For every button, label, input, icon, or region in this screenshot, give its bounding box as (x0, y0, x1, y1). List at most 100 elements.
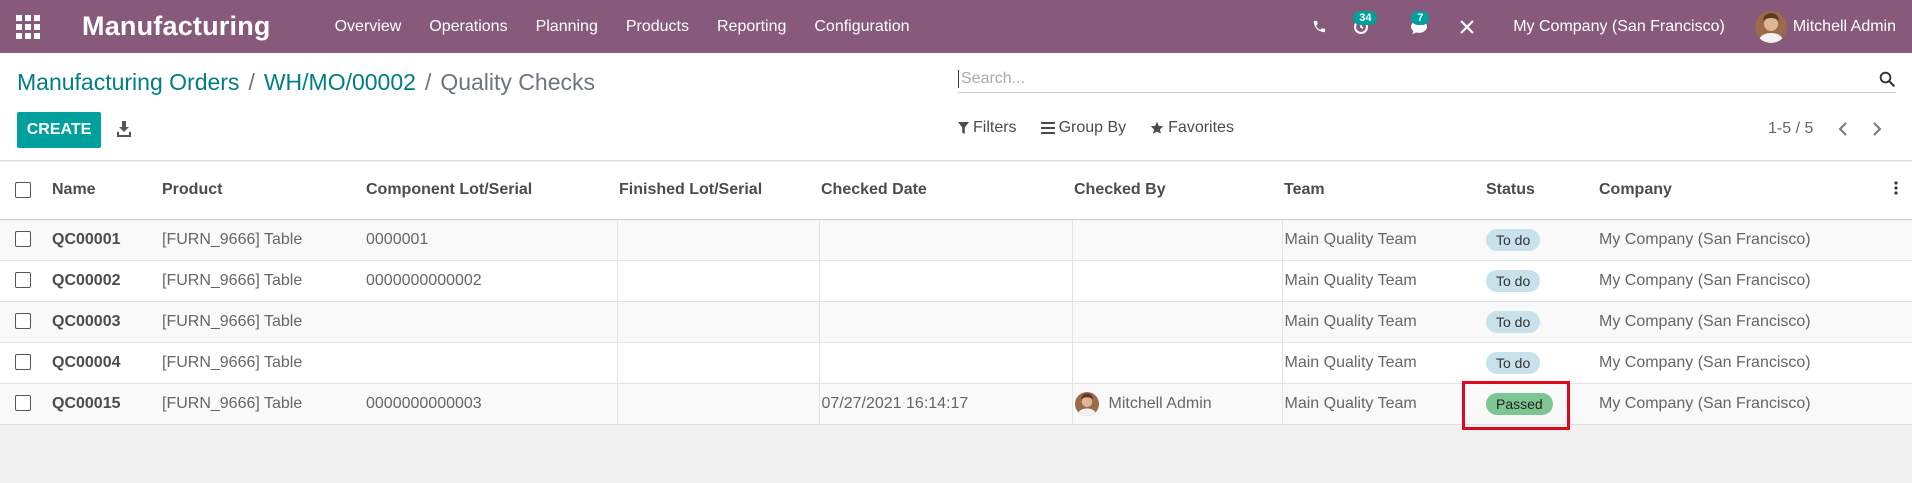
activity-clock-icon[interactable]: 34 (1339, 0, 1397, 53)
cell-finished-lot[interactable] (617, 342, 820, 384)
row-checkbox[interactable] (15, 231, 31, 248)
menu-item-overview[interactable]: Overview (309, 18, 416, 36)
cell-product[interactable]: [FURN_9666] Table (160, 260, 364, 302)
cell-team[interactable]: Main Quality Team (1282, 383, 1484, 425)
cell-name[interactable]: QC00015 (50, 383, 160, 425)
pager-previous-icon[interactable] (1833, 119, 1853, 139)
group-by-dropdown[interactable]: Group By (1040, 119, 1126, 137)
messages-chat-icon[interactable]: 7 (1397, 0, 1453, 53)
column-header-team[interactable]: Team (1282, 162, 1484, 220)
cell-spacer (1892, 383, 1912, 425)
cell-finished-lot[interactable] (617, 260, 820, 302)
cell-team[interactable]: Main Quality Team (1282, 260, 1484, 302)
cell-checked-date[interactable] (819, 301, 1073, 343)
cell-status[interactable]: To do (1484, 219, 1597, 261)
table-row[interactable]: QC00003 [FURN_9666] Table Main Quality T… (0, 301, 1912, 343)
cell-product[interactable]: [FURN_9666] Table (160, 301, 364, 343)
breadcrumb-manufacturing-orders[interactable]: Manufacturing Orders (17, 69, 239, 96)
cell-finished-lot[interactable] (617, 383, 820, 425)
cell-product[interactable]: [FURN_9666] Table (160, 219, 364, 261)
create-button[interactable]: CREATE (17, 112, 101, 148)
cell-component-lot[interactable] (364, 301, 618, 343)
cell-finished-lot[interactable] (617, 301, 820, 343)
cell-component-lot[interactable] (364, 342, 618, 384)
cell-company[interactable]: My Company (San Francisco) (1597, 383, 1892, 425)
company-switcher[interactable]: My Company (San Francisco) (1513, 18, 1725, 36)
filters-dropdown[interactable]: Filters (958, 119, 1017, 137)
cell-checked-date[interactable]: 07/27/2021 16:14:17 (819, 383, 1073, 425)
cell-component-lot[interactable]: 0000000000002 (364, 260, 618, 302)
cell-checked-by[interactable] (1072, 301, 1283, 343)
phone-icon[interactable] (1299, 0, 1339, 53)
column-header-finished-lot[interactable]: Finished Lot/Serial (617, 162, 819, 220)
cell-team[interactable]: Main Quality Team (1282, 342, 1484, 384)
table-row[interactable]: QC00004 [FURN_9666] Table Main Quality T… (0, 342, 1912, 384)
select-all-cell (0, 162, 50, 220)
row-checkbox[interactable] (15, 272, 31, 289)
cell-checked-by[interactable] (1072, 260, 1283, 302)
row-checkbox[interactable] (15, 313, 31, 330)
cell-checked-date[interactable] (819, 219, 1073, 261)
cell-team[interactable]: Main Quality Team (1282, 301, 1484, 343)
pager-next-icon[interactable] (1867, 119, 1887, 139)
status-badge: Passed (1486, 392, 1553, 415)
cell-name[interactable]: QC00003 (50, 301, 160, 343)
cell-checked-date[interactable] (819, 260, 1073, 302)
breadcrumb-manufacturing-order[interactable]: WH/MO/00002 (264, 69, 416, 96)
cell-status[interactable]: Passed (1484, 383, 1597, 425)
group-by-bars-icon (1040, 122, 1055, 134)
search-icon[interactable] (1878, 70, 1896, 88)
cell-checked-by[interactable] (1072, 219, 1283, 261)
cell-product[interactable]: [FURN_9666] Table (160, 383, 364, 425)
cell-name[interactable]: QC00002 (50, 260, 160, 302)
column-header-company[interactable]: Company (1597, 162, 1892, 220)
activity-count-badge: 34 (1353, 11, 1378, 25)
column-header-checked-date[interactable]: Checked Date (819, 162, 1072, 220)
column-header-product[interactable]: Product (160, 162, 364, 220)
menu-item-products[interactable]: Products (612, 18, 703, 36)
cell-company[interactable]: My Company (San Francisco) (1597, 301, 1892, 343)
pager-value[interactable]: 1-5 / 5 (1768, 120, 1813, 138)
cell-name[interactable]: QC00004 (50, 342, 160, 384)
cell-company[interactable]: My Company (San Francisco) (1597, 260, 1892, 302)
table-row[interactable]: QC00001 [FURN_9666] Table 0000001 Main Q… (0, 219, 1912, 261)
main-menu: Overview Operations Planning Products Re… (309, 18, 924, 36)
row-checkbox[interactable] (15, 354, 31, 371)
cell-product[interactable]: [FURN_9666] Table (160, 342, 364, 384)
table-row[interactable]: QC00002 [FURN_9666] Table 0000000000002 … (0, 260, 1912, 302)
column-header-name[interactable]: Name (50, 162, 160, 220)
cell-finished-lot[interactable] (617, 219, 820, 261)
table-row[interactable]: QC00015 [FURN_9666] Table 0000000000003 … (0, 383, 1912, 425)
menu-item-planning[interactable]: Planning (522, 18, 612, 36)
cell-checked-by[interactable] (1072, 342, 1283, 384)
apps-menu-icon[interactable] (16, 14, 40, 39)
cell-team[interactable]: Main Quality Team (1282, 219, 1484, 261)
cell-company[interactable]: My Company (San Francisco) (1597, 219, 1892, 261)
cell-status[interactable]: To do (1484, 260, 1597, 302)
cell-name[interactable]: QC00001 (50, 219, 160, 261)
cell-component-lot[interactable]: 0000000000003 (364, 383, 618, 425)
column-header-component-lot[interactable]: Component Lot/Serial (364, 162, 617, 220)
kebab-menu-icon[interactable] (1894, 181, 1898, 195)
download-icon[interactable] (116, 120, 132, 138)
cell-checked-date[interactable] (819, 342, 1073, 384)
column-header-checked-by[interactable]: Checked By (1072, 162, 1282, 220)
column-header-status[interactable]: Status (1484, 162, 1597, 220)
menu-item-operations[interactable]: Operations (415, 18, 521, 36)
cell-checked-by[interactable]: Mitchell Admin (1072, 383, 1283, 425)
cell-company[interactable]: My Company (San Francisco) (1597, 342, 1892, 384)
optional-columns-toggle[interactable] (1892, 162, 1912, 220)
favorites-dropdown[interactable]: Favorites (1150, 119, 1234, 137)
search-input[interactable] (958, 69, 1878, 88)
pager: 1-5 / 5 (1768, 119, 1901, 139)
menu-item-reporting[interactable]: Reporting (703, 18, 800, 36)
cell-component-lot[interactable]: 0000001 (364, 219, 618, 261)
user-menu[interactable]: Mitchell Admin (1754, 10, 1896, 43)
app-title[interactable]: Manufacturing (82, 11, 271, 42)
menu-item-configuration[interactable]: Configuration (800, 18, 923, 36)
cell-status[interactable]: To do (1484, 301, 1597, 343)
debug-tools-icon[interactable] (1453, 0, 1481, 53)
select-all-checkbox[interactable] (15, 182, 31, 199)
row-checkbox[interactable] (15, 395, 31, 412)
cell-status[interactable]: To do (1484, 342, 1597, 384)
